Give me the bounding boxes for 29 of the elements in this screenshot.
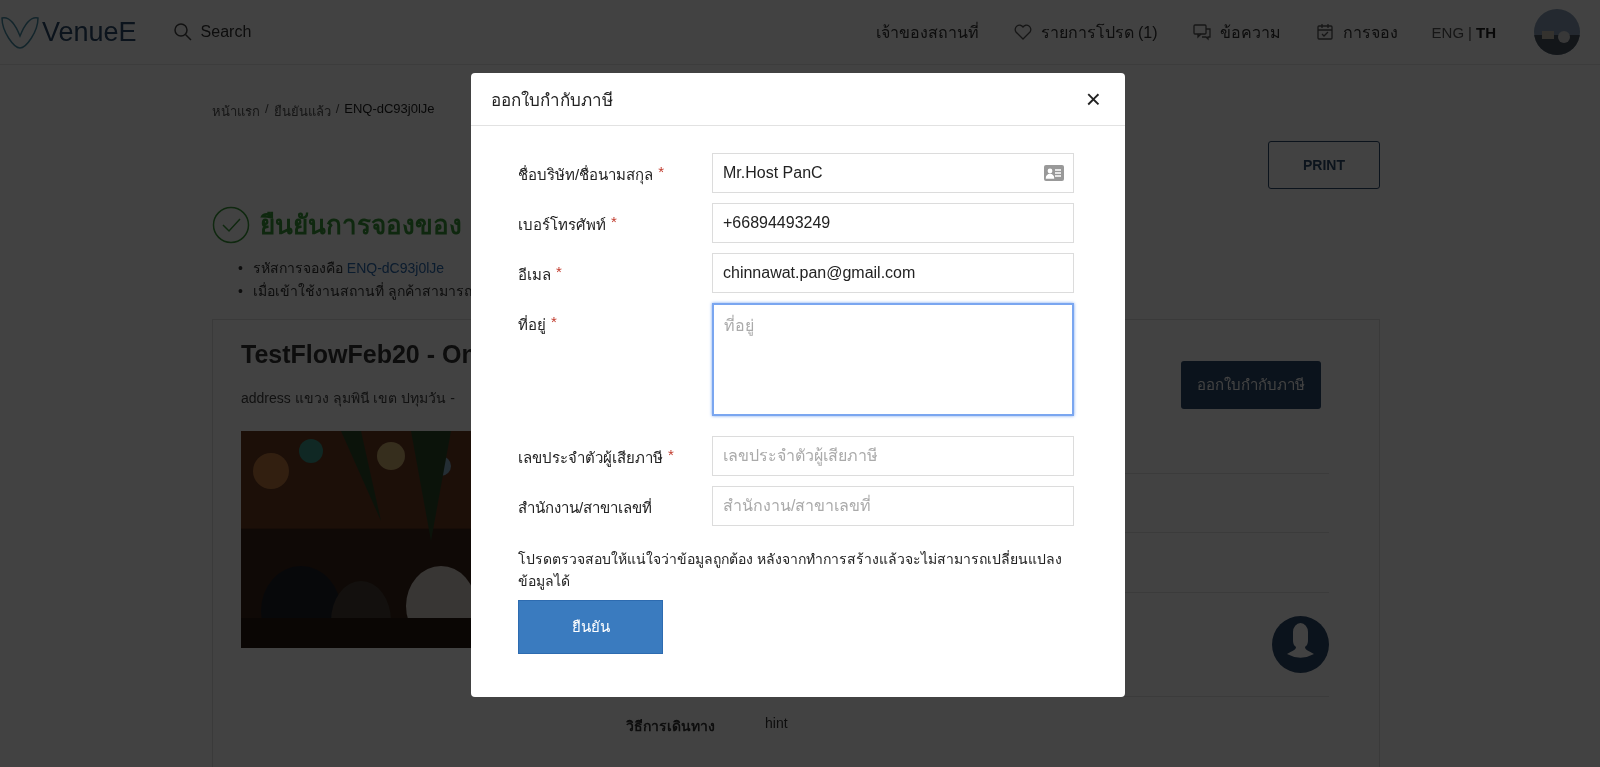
name-field[interactable]: Mr.Host PanC — [712, 153, 1074, 193]
language-option[interactable]: TH — [1476, 23, 1496, 41]
contact-card-icon[interactable] — [1044, 165, 1064, 181]
breadcrumb-link[interactable]: ENQ-dC93j0lJe — [344, 101, 435, 122]
required-mark: * — [551, 312, 557, 332]
close-button[interactable]: × — [1081, 86, 1105, 112]
breadcrumb-separator: / — [335, 101, 340, 118]
required-mark: * — [611, 212, 617, 232]
field-label: อีเมล — [518, 265, 551, 285]
field-label: เบอร์โทรศัพท์ — [518, 215, 606, 235]
field-label: สำนักงาน/สาขาเลขที่ — [518, 497, 653, 518]
input-field[interactable]: chinnawat.pan@gmail.com — [712, 253, 1074, 293]
field-label: เลขประจำตัวผู้เสียภาษี — [518, 448, 663, 469]
input-field[interactable]: +66894493249 — [712, 203, 1074, 243]
required-mark: * — [668, 445, 674, 465]
dialog-title: ออกใบกำกับภาษี — [491, 89, 613, 112]
input-field[interactable]: เลขประจำตัวผู้เสียภาษี — [712, 436, 1074, 476]
field-label: ชื่อบริษัท/ชื่อนามสกุล — [518, 164, 654, 187]
field-label: ที่อยู่ — [518, 314, 546, 336]
language-separator: | — [1468, 23, 1472, 41]
bullet-mark: • — [238, 283, 243, 299]
required-mark: * — [556, 262, 562, 282]
breadcrumb-separator: / — [265, 101, 269, 118]
warning-note: โปรดตรวจสอบให้แน่ใจว่าข้อมูลถูกต้อง หลังจากทำการสร้างแล้วจะไม่สามารถเปลี่ยนแปลงข้อมูลได้ — [518, 549, 1063, 592]
required-mark: * — [658, 162, 664, 182]
confirm-button[interactable]: ยืนยัน — [518, 600, 663, 654]
input-field[interactable]: สำนักงาน/สาขาเลขที่ — [712, 486, 1074, 526]
address-field[interactable]: ที่อยู่ — [712, 303, 1074, 416]
bullet-mark: • — [238, 260, 243, 276]
